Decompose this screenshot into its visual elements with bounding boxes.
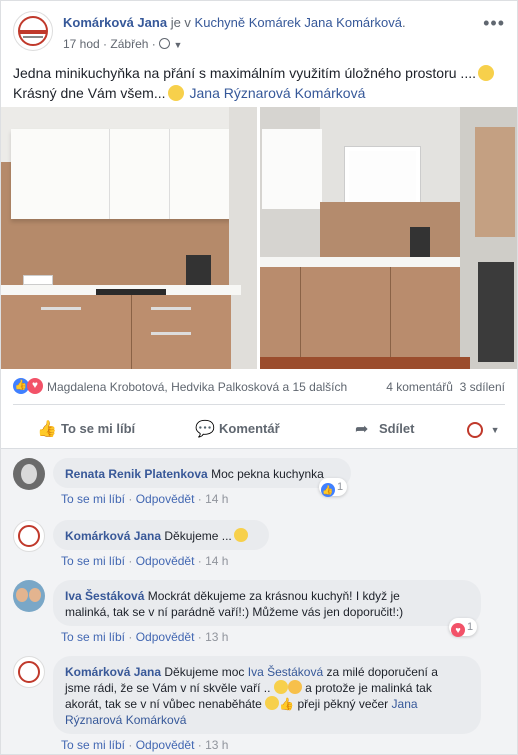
comments-section: Renata Renik Platenkova Moc pekna kuchyn… [1,448,517,754]
commenter-avatar[interactable] [13,580,45,612]
commenter-name[interactable]: Komárková Jana [65,529,161,543]
post-meta: 17 hod · Zábřeh · ▼ [63,37,183,51]
post-stats: 👍 ♥ Magdalena Krobotová, Hedvika Palkosk… [13,378,505,396]
globe-icon[interactable] [159,38,171,49]
connector-text: je v [170,15,191,30]
commenter-avatar[interactable] [13,656,45,688]
kitchen-photo-1[interactable] [1,107,257,369]
comment-like-link[interactable]: To se mi líbí [61,492,125,506]
comment-bubble: Iva Šestáková Mockrát děkujeme za krásno… [53,580,481,626]
stats-right: 4 komentářů 3 sdílení [386,380,505,394]
mention-link[interactable]: Rýznarová Komárková [65,713,186,727]
post-text: Jedna minikuchyňka na přání s maximálním… [13,63,503,103]
love-reaction-icon[interactable]: ♥ [27,378,43,394]
author-avatar[interactable] [13,11,53,51]
post-location[interactable]: Zábřeh [110,37,148,51]
comment-like-link[interactable]: To se mi líbí [61,630,125,644]
kitchen-photo-2[interactable] [260,107,517,369]
smile-emoji-icon [233,528,248,542]
privacy-dropdown-icon[interactable]: ▼ [173,40,182,50]
comment-reactions[interactable]: 👍 1 [319,478,348,497]
post-card: Komárková Jana je v Kuchyně Komárek Jana… [0,0,518,755]
smile-emoji-icon [167,85,184,101]
author-name[interactable]: Komárková Jana [63,15,167,30]
smile-emoji-icon [477,65,494,81]
comment-meta: To se mi líbí · Odpovědět · 14 h [61,492,229,506]
comment-like-link[interactable]: To se mi líbí [61,738,125,752]
comment-text: Děkujeme ... [164,529,232,543]
post-title-line: Komárková Jana je v Kuchyně Komárek Jana… [63,15,406,30]
commenter-name[interactable]: Komárková Jana [65,665,161,679]
comment-time[interactable]: 14 h [205,554,228,568]
post-photos [1,107,517,369]
comment-reply-link[interactable]: Odpovědět [136,554,195,568]
smile-emoji-icon [265,696,280,710]
love-reaction-icon: ♥ [451,623,465,637]
comment-text: malinká, tak se v ní parádně vaří!:) Můž… [65,605,404,619]
comment-reactions[interactable]: ♥ 1 [449,618,478,637]
share-button[interactable]: ➦ Sdílet [355,411,414,447]
comment-meta: To se mi líbí · Odpovědět · 14 h [61,554,229,568]
comment-bubble: Komárková Jana Děkujeme ... [53,520,269,550]
thumbs-up-emoji-icon: 👍 [279,697,295,711]
commenter-avatar[interactable] [13,458,45,490]
comment-reply-link[interactable]: Odpovědět [136,738,195,752]
thumbs-up-icon: 👍 [37,420,57,438]
place-link[interactable]: Kuchyně Komárek Jana Komárková [195,15,402,30]
comment-bubble: Renata Renik Platenkova Moc pekna kuchyn… [53,458,351,488]
post-actions: 👍 To se mi líbí 💬 Komentář ➦ Sdílet ▼ [1,411,517,447]
comment-like-link[interactable]: To se mi líbí [61,554,125,568]
commenter-name[interactable]: Renata Renik Platenkova [65,467,208,481]
comment-text: Moc pekna kuchynka [211,467,324,481]
comments-count[interactable]: 4 komentářů [386,380,453,394]
page-avatar-icon [467,421,483,438]
shares-count[interactable]: 3 sdílení [460,380,505,394]
more-options-icon[interactable]: ••• [483,13,505,34]
tagged-user-link[interactable]: Jana Rýznarová Komárková [190,85,366,101]
comment-time[interactable]: 13 h [205,738,228,752]
kiss-emoji-icon [287,680,302,694]
commenter-avatar[interactable] [13,520,45,552]
chevron-down-icon: ▼ [490,425,500,435]
smile-emoji-icon [273,680,288,694]
comment-bubble: Komárková Jana Děkujeme moc Iva Šestákov… [53,656,481,734]
post-header: Komárková Jana je v Kuchyně Komárek Jana… [13,11,505,55]
comment-time[interactable]: 13 h [205,630,228,644]
comment-reply-link[interactable]: Odpovědět [136,630,195,644]
mention-link[interactable]: Iva Šestáková [248,665,323,679]
like-reaction-icon: 👍 [321,483,335,497]
share-icon: ➦ [355,420,369,438]
like-button[interactable]: 👍 To se mi líbí [37,411,135,447]
comment-icon: 💬 [195,420,215,438]
mention-link[interactable]: Jana [392,697,418,711]
comment-button[interactable]: 💬 Komentář [195,411,280,447]
comment-text: Mockrát děkujeme za krásnou kuchyň! I kd… [147,589,400,603]
reactors-text[interactable]: Magdalena Krobotová, Hedvika Palkosková … [47,380,347,394]
post-as-selector[interactable]: ▼ [467,411,500,447]
comment-meta: To se mi líbí · Odpovědět · 13 h [61,738,229,752]
divider [13,404,505,405]
comment-time[interactable]: 14 h [205,492,228,506]
commenter-name[interactable]: Iva Šestáková [65,589,144,603]
comment-reply-link[interactable]: Odpovědět [136,492,195,506]
post-time[interactable]: 17 hod [63,37,100,51]
comment-meta: To se mi líbí · Odpovědět · 13 h [61,630,229,644]
